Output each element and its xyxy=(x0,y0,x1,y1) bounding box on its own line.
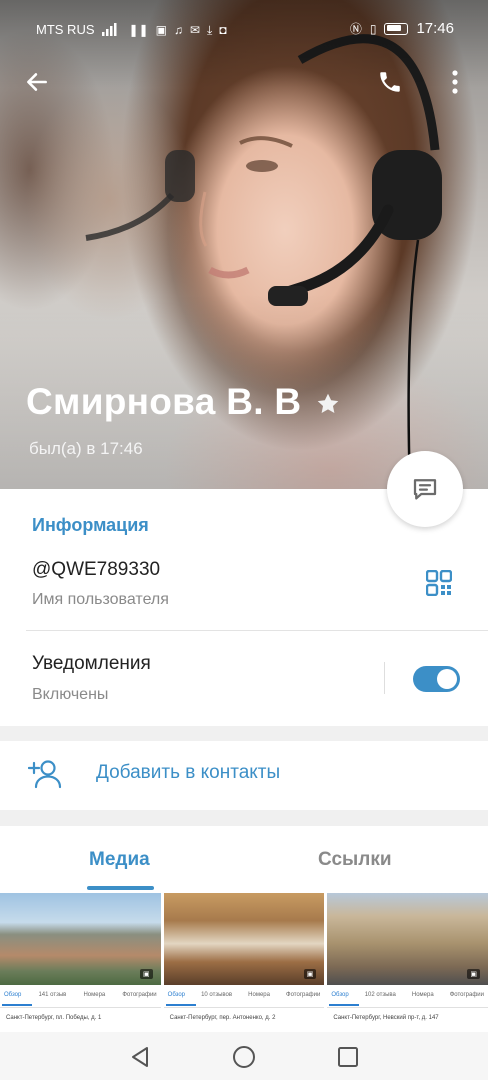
battery-icon xyxy=(384,22,409,35)
photo-count-icon: ▣ xyxy=(303,969,317,979)
thumbnail-tab-underline xyxy=(2,1004,32,1006)
tab-links[interactable]: Ссылки xyxy=(318,849,392,871)
last-seen-status: был(а) в 17:46 xyxy=(29,439,143,458)
toggle-knob xyxy=(437,669,457,689)
thumbnail-divider xyxy=(163,1007,325,1008)
back-button[interactable] xyxy=(17,62,57,102)
username-value[interactable]: @QWE789330 xyxy=(32,559,160,581)
thumbnail-tab: Фотографии xyxy=(286,992,321,998)
thumbnail-divider xyxy=(0,1007,161,1008)
image-icon: ▣ xyxy=(155,22,167,37)
signal-icon xyxy=(101,23,116,36)
thumbnail-tab-underline xyxy=(165,1004,196,1006)
add-contact-button[interactable]: Добавить в контакты xyxy=(96,762,280,784)
vibrate-icon: ▯ xyxy=(369,21,377,36)
info-divider xyxy=(26,630,488,631)
thumbnail-tab: 141 отзыв xyxy=(38,992,67,998)
thumbnail-address: Санкт-Петербург, Невский пр-т, д. 147 xyxy=(333,1015,439,1021)
thumbnail-tab: Обзор xyxy=(167,992,186,998)
media-thumbnail[interactable]: ▣ Обзор 102 отзыва Номера Фотографии Сан… xyxy=(327,893,488,1032)
thumbnail-tabs: Обзор 10 отзывов Номера Фотографии xyxy=(164,992,325,998)
thumbnail-tabs: Обзор 102 отзыва Номера Фотографии xyxy=(327,992,488,998)
more-vertical-icon xyxy=(452,70,458,94)
arrow-left-icon xyxy=(27,73,47,91)
thumbnail-address: Санкт-Петербург, пл. Победы, д. 1 xyxy=(6,1015,102,1021)
thumbnail-tab: Фотографии xyxy=(449,992,484,998)
photo-count-icon: ▣ xyxy=(467,969,481,979)
thumbnail-tab: Номера xyxy=(248,992,270,998)
mail-icon: ✉ xyxy=(189,22,201,37)
thumbnail-tab: Номера xyxy=(83,992,106,998)
info-section-title: Информация xyxy=(32,515,149,535)
toggle-divider xyxy=(384,662,385,694)
contact-name: Смирнова В. В xyxy=(26,381,302,422)
qr-code-icon[interactable] xyxy=(426,570,452,596)
notifications-state: Включены xyxy=(32,686,109,703)
pause-icon: ❚❚ xyxy=(128,22,149,37)
circle-home-icon xyxy=(233,1046,255,1068)
media-grid: ▣ Обзор 141 отзыв Номера Фотографии Санк… xyxy=(0,893,488,1032)
nav-recents-button[interactable] xyxy=(333,1042,363,1072)
add-user-icon xyxy=(28,760,62,789)
triangle-back-icon xyxy=(132,1047,148,1067)
thumbnail-tab: Обзор xyxy=(331,992,349,998)
star-icon xyxy=(317,393,339,413)
notifications-toggle[interactable] xyxy=(413,666,460,692)
thumbnail-tab: 10 отзывов xyxy=(201,992,233,998)
thumbnail-image xyxy=(327,893,488,985)
nav-back-button[interactable] xyxy=(125,1042,155,1072)
call-button[interactable] xyxy=(370,62,410,102)
thumbnail-address: Санкт-Петербург, пер. Антоненко, д. 2 xyxy=(169,1015,276,1021)
thumbnail-tabs: Обзор 141 отзыв Номера Фотографии xyxy=(0,992,161,998)
music-icon: ♫ xyxy=(173,22,183,37)
media-thumbnail[interactable]: ▣ Обзор 141 отзыв Номера Фотографии Санк… xyxy=(0,893,161,1032)
tab-media[interactable]: Медиа xyxy=(89,849,150,871)
square-recents-icon xyxy=(338,1047,358,1067)
message-icon xyxy=(413,479,437,500)
download-icon: ⤓ xyxy=(207,22,213,37)
app-icon: ◘ xyxy=(219,22,227,37)
more-options-button[interactable] xyxy=(435,62,475,102)
status-bar: MTS RUS ❚❚ ▣ ♫ ✉ ⤓ ◘ Ⓝ ▯ 17:46 xyxy=(0,0,488,58)
status-bar-right: Ⓝ ▯ 17:46 xyxy=(350,20,454,37)
nfc-icon: Ⓝ xyxy=(349,21,362,36)
thumbnail-image xyxy=(163,893,325,985)
nav-home-button[interactable] xyxy=(229,1042,259,1072)
active-tab-indicator xyxy=(87,886,154,890)
phone-icon xyxy=(380,72,400,92)
thumbnail-image xyxy=(0,893,161,985)
thumbnail-divider xyxy=(327,1007,488,1008)
thumbnail-tab: Номера xyxy=(411,992,434,998)
send-message-button[interactable] xyxy=(387,451,463,527)
thumbnail-tab-underline xyxy=(329,1004,360,1006)
notifications-label[interactable]: Уведомления xyxy=(32,653,151,675)
system-navigation-bar xyxy=(0,1032,488,1080)
media-thumbnail[interactable]: ▣ Обзор 10 отзывов Номера Фотографии Сан… xyxy=(163,893,325,1032)
clock: 17:46 xyxy=(416,20,454,37)
thumbnail-tab: 102 отзыва xyxy=(364,992,396,998)
profile-screen: MTS RUS ❚❚ ▣ ♫ ✉ ⤓ ◘ Ⓝ ▯ 17:46 Смирнова … xyxy=(0,0,488,1080)
thumbnail-tab: Фотографии xyxy=(122,992,157,998)
status-bar-left: MTS RUS ❚❚ ▣ ♫ ✉ ⤓ ◘ xyxy=(36,22,227,37)
carrier-label: MTS RUS xyxy=(36,22,95,37)
username-caption: Имя пользователя xyxy=(32,591,169,608)
photo-count-icon: ▣ xyxy=(140,969,153,979)
thumbnail-tab: Обзор xyxy=(4,992,22,998)
